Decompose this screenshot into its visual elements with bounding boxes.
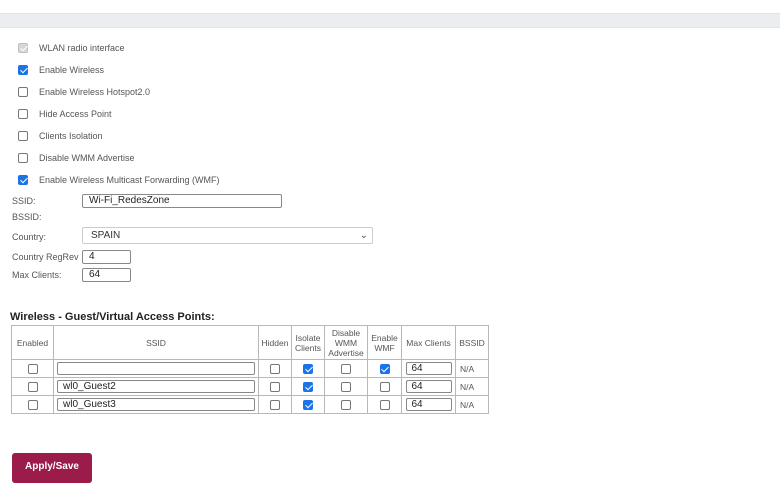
top-bar (0, 13, 780, 28)
checkbox-hotspot[interactable] (18, 87, 28, 97)
country-label: Country: (12, 232, 47, 242)
country-select[interactable]: SPAIN ⌄ (82, 227, 373, 244)
guest-ap-table: Enabled SSID Hidden Isolate Clients Disa… (11, 325, 489, 414)
label-hide-ap: Hide Access Point (39, 109, 112, 119)
guest-bssid: N/A (455, 377, 489, 396)
header-max-clients: Max Clients (401, 325, 456, 360)
header-disable-wmm: Disable WMM Advertise (324, 325, 368, 360)
guest-wmf-checkbox[interactable] (379, 399, 390, 410)
guest-wmm-checkbox[interactable] (341, 363, 351, 374)
guest-ssid-input[interactable]: wl0_Guest2 (57, 380, 255, 393)
guest-ssid-input[interactable]: wl0_Guest3 (57, 398, 255, 411)
checkbox-wlan-radio[interactable] (18, 43, 28, 53)
regrev-label: Country RegRev (12, 252, 79, 262)
guest-section-title: Wireless - Guest/Virtual Access Points: (10, 311, 215, 323)
table-row: wl0_Guest2 64 N/A (11, 377, 489, 396)
guest-ssid-input[interactable] (57, 362, 255, 375)
ssid-input[interactable]: Wi-Fi_RedesZone (82, 194, 282, 208)
table-header-row: Enabled SSID Hidden Isolate Clients Disa… (11, 325, 489, 360)
checkbox-hide-ap[interactable] (18, 109, 28, 119)
guest-max-clients-input[interactable]: 64 (405, 380, 452, 393)
regrev-input[interactable]: 4 (82, 250, 131, 264)
ssid-label: SSID: (12, 196, 36, 206)
guest-wmm-checkbox[interactable] (341, 399, 351, 410)
checkbox-clients-isolation[interactable] (18, 131, 28, 141)
guest-wmf-checkbox[interactable] (379, 363, 390, 374)
apply-save-button[interactable]: Apply/Save (12, 453, 92, 483)
guest-hidden-checkbox[interactable] (270, 399, 280, 410)
chevron-down-icon: ⌄ (359, 230, 368, 241)
max-clients-input[interactable]: 64 (82, 268, 131, 282)
label-disable-wmm: Disable WMM Advertise (39, 153, 135, 163)
guest-wmf-checkbox[interactable] (379, 381, 390, 392)
guest-hidden-checkbox[interactable] (270, 381, 280, 392)
header-bssid: BSSID (455, 325, 489, 360)
label-enable-wireless: Enable Wireless (39, 65, 105, 75)
checkbox-enable-wireless[interactable] (18, 65, 28, 75)
label-clients-isolation: Clients Isolation (39, 131, 103, 141)
checkbox-wmf[interactable] (18, 175, 28, 185)
max-clients-label: Max Clients: (12, 270, 62, 280)
guest-isolate-checkbox[interactable] (303, 399, 313, 410)
country-value: SPAIN (91, 230, 121, 241)
header-hidden: Hidden (258, 325, 292, 360)
guest-enabled-checkbox[interactable] (27, 381, 38, 392)
table-row: 64 N/A (11, 359, 489, 378)
header-enable-wmf: Enable WMF (367, 325, 402, 360)
guest-hidden-checkbox[interactable] (270, 363, 280, 374)
header-isolate-clients: Isolate Clients (291, 325, 325, 360)
guest-isolate-checkbox[interactable] (303, 363, 313, 374)
table-row: wl0_Guest3 64 N/A (11, 395, 489, 414)
guest-bssid: N/A (455, 395, 489, 414)
guest-enabled-checkbox[interactable] (27, 363, 38, 374)
label-hotspot: Enable Wireless Hotspot2.0 (39, 87, 151, 97)
guest-enabled-checkbox[interactable] (27, 399, 38, 410)
label-wlan-radio: WLAN radio interface (39, 43, 125, 53)
guest-max-clients-input[interactable]: 64 (405, 362, 452, 375)
checkbox-disable-wmm[interactable] (18, 153, 28, 163)
guest-isolate-checkbox[interactable] (303, 381, 313, 392)
guest-max-clients-input[interactable]: 64 (405, 398, 452, 411)
header-ssid: SSID (53, 325, 259, 360)
header-enabled: Enabled (11, 325, 54, 360)
bssid-label: BSSID: (12, 212, 42, 222)
label-wmf: Enable Wireless Multicast Forwarding (WM… (39, 175, 220, 185)
guest-wmm-checkbox[interactable] (341, 381, 351, 392)
guest-bssid: N/A (455, 359, 489, 378)
